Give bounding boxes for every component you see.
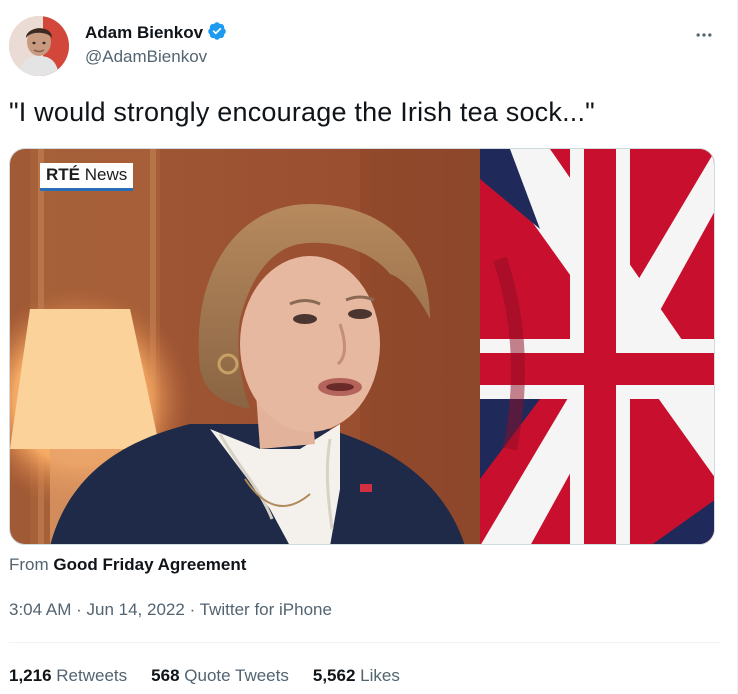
source-prefix: From <box>9 555 49 574</box>
engagement-stats: 1,216 Retweets 568 Quote Tweets 5,562 Li… <box>9 666 400 686</box>
verified-badge-icon <box>207 21 227 46</box>
display-name[interactable]: Adam Bienkov <box>85 23 203 43</box>
source-line: From Good Friday Agreement <box>9 555 246 575</box>
quote-tweets-stat[interactable]: 568 Quote Tweets <box>151 666 289 686</box>
tweet-detail: Adam Bienkov @AdamBienkov "I would stron… <box>0 0 738 694</box>
rte-news-watermark: RTÉ News <box>40 163 134 191</box>
tweet-video[interactable]: RTÉ News <box>9 148 715 545</box>
avatar[interactable] <box>9 16 69 76</box>
more-options-icon <box>694 25 714 50</box>
tweet-text: "I would strongly encourage the Irish te… <box>9 97 595 127</box>
video-still <box>10 149 714 544</box>
meta-separator: · <box>76 600 82 619</box>
tweet-timestamp-line: 3:04 AM · Jun 14, 2022 · Twitter for iPh… <box>9 600 332 620</box>
tweet-client[interactable]: Twitter for iPhone <box>200 600 332 619</box>
likes-stat[interactable]: 5,562 Likes <box>313 666 400 686</box>
tweet-date[interactable]: Jun 14, 2022 <box>87 600 185 619</box>
tweet-time[interactable]: 3:04 AM <box>9 600 71 619</box>
retweets-stat[interactable]: 1,216 Retweets <box>9 666 127 686</box>
meta-separator: · <box>189 600 196 619</box>
tweet-header: Adam Bienkov @AdamBienkov <box>9 14 721 78</box>
source-topic-link[interactable]: Good Friday Agreement <box>53 555 246 574</box>
more-options-button[interactable] <box>687 20 721 54</box>
divider <box>9 642 721 643</box>
user-handle[interactable]: @AdamBienkov <box>85 47 227 67</box>
user-info: Adam Bienkov @AdamBienkov <box>85 21 227 67</box>
